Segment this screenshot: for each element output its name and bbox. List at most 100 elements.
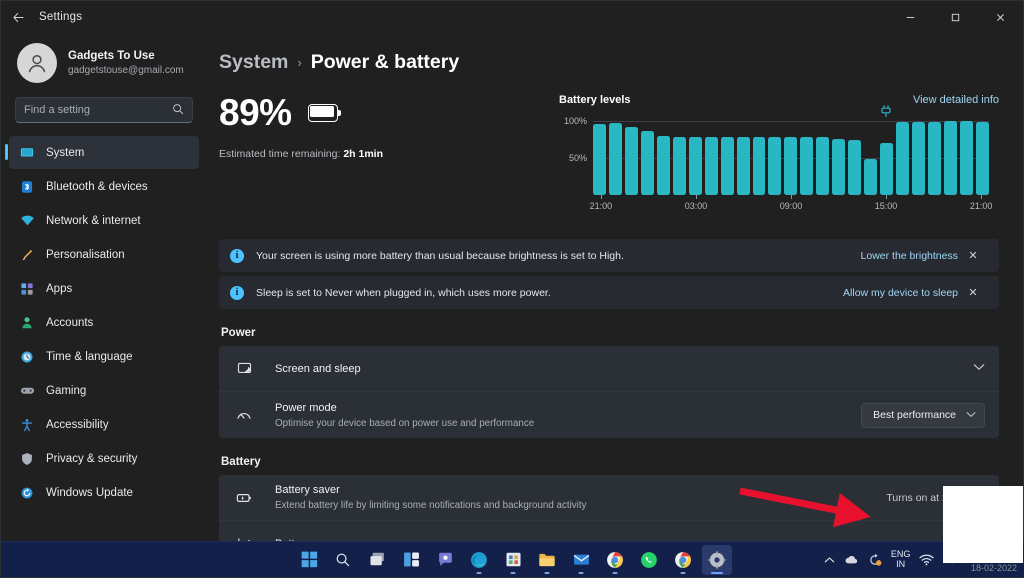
sidebar-item-network-internet[interactable]: Network & internet <box>9 204 199 237</box>
wifi-icon[interactable] <box>919 554 935 566</box>
edge-icon <box>471 551 487 568</box>
battery-full-icon <box>307 103 341 122</box>
sidebar-item-accounts[interactable]: Accounts <box>9 306 199 339</box>
taskbar: ENG IN 18-02-2022 <box>1 541 1024 577</box>
screen-sleep-icon <box>235 361 253 376</box>
sidebar-item-label: System <box>46 146 85 159</box>
back-button[interactable] <box>1 1 35 33</box>
store-button[interactable] <box>498 545 528 575</box>
redaction-overlay <box>943 486 1023 563</box>
banner-close-button[interactable]: ✕ <box>958 286 988 299</box>
battery-levels-chart: Battery levels View detailed info 50% 100… <box>549 94 999 215</box>
sidebar-item-windows-update[interactable]: Windows Update <box>9 476 199 509</box>
sidebar-item-label: Gaming <box>46 384 87 397</box>
search-icon <box>172 103 184 118</box>
row-text: Power mode Optimise your device based on… <box>275 400 534 431</box>
power-section-title: Power <box>221 327 256 339</box>
estimated-time-remaining: Estimated time remaining: 2h 1min <box>219 148 549 160</box>
battery-percent: 89% <box>219 92 292 133</box>
search-container <box>7 97 201 133</box>
sidebar-item-time-language[interactable]: Time & language <box>9 340 199 373</box>
chart-x-tick-label: 03:00 <box>684 201 708 211</box>
settings-button[interactable] <box>702 544 732 575</box>
edge-button[interactable] <box>464 545 494 575</box>
sidebar-item-label: Accessibility <box>46 418 109 431</box>
task-view-button[interactable] <box>362 545 392 575</box>
row-battery-saver[interactable]: Battery saver Extend battery life by lim… <box>219 475 999 521</box>
row-title: Battery saver <box>275 484 340 497</box>
power-mode-dropdown[interactable]: Best performance <box>861 402 985 428</box>
chevron-down-icon[interactable] <box>973 363 985 374</box>
sidebar-item-personalisation[interactable]: Personalisation <box>9 238 199 271</box>
battery-level-block: 89% Estimated time remaining: 2h 1min <box>219 94 549 215</box>
search-button[interactable] <box>328 545 358 575</box>
account-block[interactable]: Gadgets To Use gadgetstouse@gmail.com <box>7 33 201 97</box>
apps-icon <box>19 281 35 297</box>
accounts-icon <box>19 315 35 331</box>
chart-bar <box>640 130 654 195</box>
sidebar-item-accessibility[interactable]: Accessibility <box>9 408 199 441</box>
language-indicator[interactable]: ENG IN <box>891 549 911 569</box>
sidebar-item-apps[interactable]: Apps <box>9 272 199 305</box>
row-power-mode[interactable]: Power mode Optimise your device based on… <box>219 392 999 438</box>
breadcrumb-parent[interactable]: System <box>219 51 288 74</box>
sidebar-item-gaming[interactable]: Gaming <box>9 374 199 407</box>
network-icon <box>19 213 35 229</box>
account-email: gadgetstouse@gmail.com <box>68 64 184 76</box>
mail-icon <box>573 554 589 565</box>
chart-x-tick-label: 15:00 <box>874 201 898 211</box>
chart-header: Battery levels View detailed info <box>559 94 999 106</box>
banner-sleep: i Sleep is set to Never when plugged in,… <box>219 276 999 309</box>
row-subtitle: Extend battery life by limiting some not… <box>275 500 587 512</box>
row-text: Battery saver Extend battery life by lim… <box>275 482 586 513</box>
breadcrumb-separator: › <box>297 55 302 70</box>
chart-bar <box>784 136 798 195</box>
search-box[interactable] <box>15 97 193 123</box>
start-button[interactable] <box>294 545 324 575</box>
file-explorer-button[interactable] <box>532 545 562 575</box>
chart-bar <box>880 143 894 195</box>
row-screen-and-sleep[interactable]: Screen and sleep <box>219 346 999 392</box>
banner-close-button[interactable]: ✕ <box>958 249 988 262</box>
tray-chevron-up-icon[interactable] <box>824 556 835 564</box>
onedrive-icon[interactable] <box>844 554 859 565</box>
chart-bars <box>593 121 989 195</box>
chart-bar <box>912 121 926 195</box>
widgets-button[interactable] <box>396 545 426 575</box>
chart-x-tick-label: 21:00 <box>589 201 613 211</box>
chart-x-tick <box>600 195 602 199</box>
running-indicator <box>510 571 516 574</box>
chevron-down-icon <box>966 409 976 421</box>
gear-icon <box>708 550 726 569</box>
minimize-button[interactable] <box>888 1 933 33</box>
teams-chat-button[interactable] <box>430 545 460 575</box>
settings-window: Settings Gadgets To Use gadgetstouse@gma… <box>0 0 1024 578</box>
chart-x-tick <box>695 195 697 199</box>
sidebar-item-system[interactable]: System <box>5 136 199 169</box>
whatsapp-button[interactable] <box>634 545 664 575</box>
info-icon: i <box>230 285 244 300</box>
chart-bar <box>720 136 734 195</box>
maximize-button[interactable] <box>933 1 978 33</box>
running-indicator <box>680 571 686 574</box>
mail-button[interactable] <box>566 545 596 575</box>
power-mode-gauge-icon <box>235 407 253 423</box>
charging-plug-icon <box>880 105 892 118</box>
account-name: Gadgets To Use <box>68 49 155 62</box>
chrome-icon <box>607 551 623 568</box>
chrome-secondary-button[interactable] <box>668 545 698 575</box>
row-right <box>973 363 985 374</box>
window-body: Gadgets To Use gadgetstouse@gmail.com Fi… <box>1 33 1023 577</box>
search-input[interactable] <box>24 104 172 116</box>
system-icon <box>19 145 35 161</box>
sidebar-item-privacy-security[interactable]: Privacy & security <box>9 442 199 475</box>
chart-bar <box>656 135 670 195</box>
windows-update-tray-icon[interactable] <box>868 553 882 567</box>
sidebar-item-bluetooth-devices[interactable]: Bluetooth & devices <box>9 170 199 203</box>
allow-sleep-link[interactable]: Allow my device to sleep <box>843 287 958 299</box>
chrome-icon <box>675 551 691 568</box>
close-button[interactable] <box>978 1 1023 33</box>
view-detailed-info-link[interactable]: View detailed info <box>913 94 999 106</box>
chrome-button[interactable] <box>600 545 630 575</box>
lower-brightness-link[interactable]: Lower the brightness <box>861 250 958 262</box>
